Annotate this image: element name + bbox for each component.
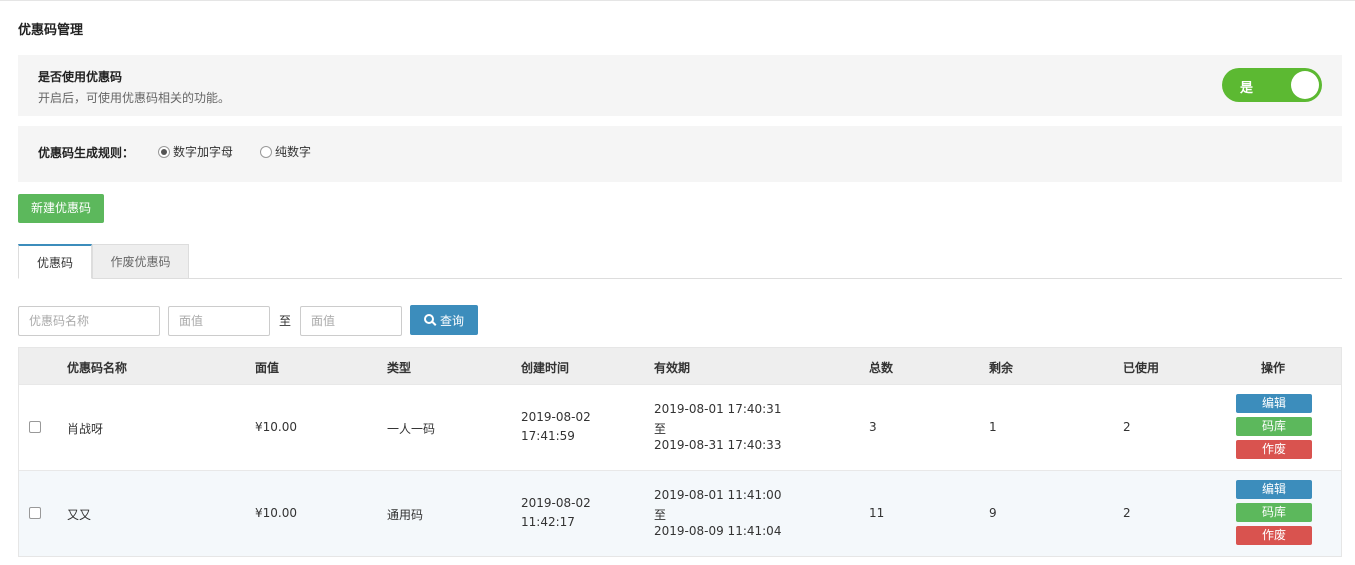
cell-value: ¥10.00: [255, 420, 297, 434]
cell-type: 通用码: [387, 508, 424, 522]
cell-valid-to: 2019-08-31 17:40:33: [654, 438, 782, 452]
cell-name: 肖战呀: [67, 422, 104, 436]
cell-created-date: 2019-08-02: [521, 496, 591, 510]
cell-created-time: 17:41:59: [521, 429, 575, 443]
cell-remaining: 9: [989, 506, 997, 520]
new-coupon-button[interactable]: 新建优惠码: [18, 194, 104, 223]
header-used: 已使用: [1123, 361, 1160, 375]
switch-label: 是: [1240, 81, 1254, 96]
radio-unchecked-icon[interactable]: [260, 145, 272, 158]
coupon-toggle-panel: 是否使用优惠码 开启后，可使用优惠码相关的功能。 是: [18, 55, 1342, 116]
table-header: 优惠码名称 面值 类型 创建时间 有效期 总数 剩余 已使用 操作: [19, 348, 1341, 384]
cell-used: 2: [1123, 420, 1131, 434]
table-row: 肖战呀 ¥10.00 一人一码 2019-08-02 17:41:59 2019…: [19, 384, 1341, 470]
search-label: 查询: [439, 313, 464, 328]
search-icon: [423, 314, 434, 324]
cell-type: 一人一码: [387, 422, 436, 436]
rule-label: 优惠码生成规则：: [38, 146, 135, 160]
row-checkbox[interactable]: [29, 507, 41, 519]
cell-remaining: 1: [989, 420, 997, 434]
toggle-description: 开启后，可使用优惠码相关的功能。: [38, 91, 231, 105]
table-row: 又又 ¥10.00 通用码 2019-08-02 11:42:17 2019-0…: [19, 470, 1341, 556]
cell-total: 3: [869, 420, 877, 434]
radio-checked-icon[interactable]: [158, 145, 170, 158]
tab-bar: 优惠码 作废优惠码: [18, 244, 1342, 279]
header-remaining: 剩余: [989, 361, 1014, 375]
header-type: 类型: [387, 361, 412, 375]
cell-valid-separator: 至: [654, 422, 667, 436]
value-to-input[interactable]: [300, 306, 402, 336]
header-name: 优惠码名称: [67, 361, 128, 375]
tab-voided-coupons[interactable]: 作废优惠码: [92, 244, 189, 279]
value-from-input[interactable]: [168, 306, 270, 336]
cell-valid-from: 2019-08-01 11:41:00: [654, 488, 782, 502]
radio-alphanumeric[interactable]: 数字加字母: [158, 143, 233, 160]
header-value: 面值: [255, 361, 280, 375]
radio-label: 纯数字: [275, 145, 312, 159]
radio-numeric[interactable]: 纯数字: [260, 143, 311, 160]
range-separator: 至: [279, 314, 292, 328]
cell-name: 又又: [67, 508, 92, 522]
code-library-button[interactable]: 码库: [1236, 417, 1312, 436]
row-checkbox[interactable]: [29, 421, 41, 433]
code-library-button[interactable]: 码库: [1236, 503, 1312, 522]
cell-used: 2: [1123, 506, 1131, 520]
use-coupon-switch[interactable]: 是: [1222, 68, 1322, 102]
cell-valid-separator: 至: [654, 508, 667, 522]
cell-created-date: 2019-08-02: [521, 410, 591, 424]
header-total: 总数: [869, 361, 894, 375]
header-created: 创建时间: [521, 361, 570, 375]
top-divider: [0, 0, 1355, 1]
header-validity: 有效期: [654, 361, 691, 375]
cell-created-time: 11:42:17: [521, 515, 575, 529]
header-actions: 操作: [1261, 361, 1286, 375]
coupon-table: 优惠码名称 面值 类型 创建时间 有效期 总数 剩余 已使用 操作 肖战呀 ¥1…: [18, 347, 1342, 557]
switch-knob: [1291, 71, 1319, 99]
edit-button[interactable]: 编辑: [1236, 394, 1312, 413]
void-button[interactable]: 作废: [1236, 440, 1312, 459]
generation-rule-panel: 优惠码生成规则： 数字加字母 纯数字: [18, 126, 1342, 182]
search-button[interactable]: 查询: [410, 305, 478, 335]
radio-label: 数字加字母: [173, 145, 234, 159]
cell-total: 11: [869, 506, 885, 520]
cell-valid-from: 2019-08-01 17:40:31: [654, 402, 782, 416]
cell-value: ¥10.00: [255, 506, 297, 520]
coupon-name-input[interactable]: [18, 306, 160, 336]
edit-button[interactable]: 编辑: [1236, 480, 1312, 499]
tab-coupons[interactable]: 优惠码: [18, 244, 92, 279]
cell-valid-to: 2019-08-09 11:41:04: [654, 524, 782, 538]
void-button[interactable]: 作废: [1236, 526, 1312, 545]
toggle-title: 是否使用优惠码: [38, 70, 123, 84]
page-title: 优惠码管理: [18, 23, 84, 38]
